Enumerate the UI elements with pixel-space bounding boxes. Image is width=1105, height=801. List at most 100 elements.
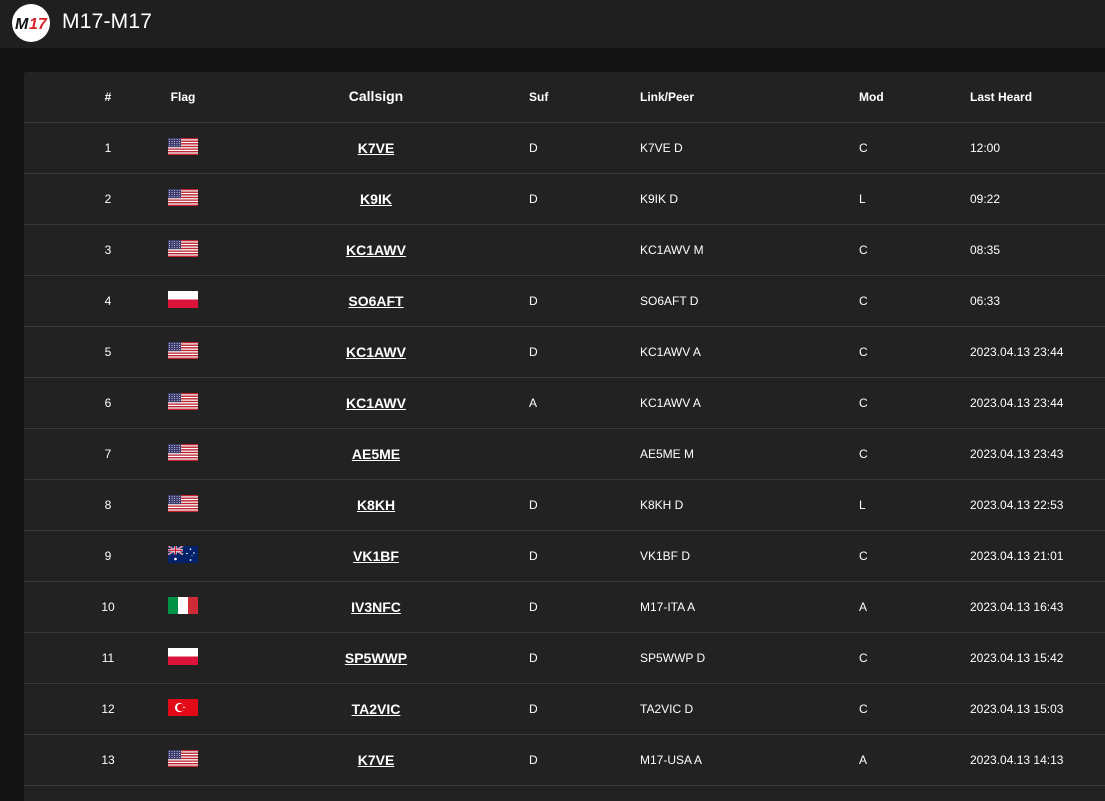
last-heard: 2023.04.13 16:43 (970, 600, 1064, 614)
last-heard: 2023.04.13 23:44 (970, 345, 1064, 359)
callsign-link[interactable]: SP5WWP (300, 650, 452, 666)
table-row: 2 K9IK D K9IK D L 09:22 (24, 174, 1105, 225)
module: C (859, 447, 868, 461)
last-heard: 2023.04.13 22:53 (970, 498, 1064, 512)
header-module: Mod (859, 90, 884, 104)
suffix: D (529, 141, 538, 155)
link-peer: K8KH D (640, 498, 684, 512)
suffix: D (529, 753, 538, 767)
last-heard: 2023.04.13 23:44 (970, 396, 1064, 410)
table-row: 12 TA2VIC D TA2VIC D C 2023.04.13 15:03 (24, 684, 1105, 735)
suffix: D (529, 702, 538, 716)
table-row: 6 KC1AWV A KC1AWV A C 2023.04.13 23:44 (24, 378, 1105, 429)
table-row: 1 K7VE D K7VE D C 12:00 (24, 123, 1105, 174)
callsign-link[interactable]: KC1AWV (300, 242, 452, 258)
header-link-peer: Link/Peer (640, 90, 695, 104)
table-row: 3 KC1AWV KC1AWV M C 08:35 (24, 225, 1105, 276)
poland-flag-icon (168, 291, 198, 308)
svg-text:M: M (15, 16, 29, 33)
callsign-link[interactable]: VK1BF (300, 548, 452, 564)
row-number: 12 (101, 702, 115, 716)
link-peer: K9IK D (640, 192, 679, 206)
link-peer: KC1AWV A (640, 345, 701, 359)
module: C (859, 141, 868, 155)
svg-text:17: 17 (29, 16, 48, 33)
last-heard: 2023.04.13 23:43 (970, 447, 1064, 461)
table-row: 8 K8KH D K8KH D L 2023.04.13 22:53 (24, 480, 1105, 531)
module: A (859, 600, 868, 614)
suffix: A (529, 396, 538, 410)
callsign-link[interactable]: K8KH (300, 497, 452, 513)
suffix: D (529, 651, 538, 665)
table-row: 13 K7VE D M17-USA A A 2023.04.13 14:13 (24, 735, 1105, 786)
callsign-link[interactable]: K7VE (300, 140, 452, 156)
callsign-link[interactable]: KC1AWV (300, 344, 452, 360)
us-flag-icon (168, 189, 198, 206)
header-flag: Flag (170, 90, 196, 104)
link-peer: K7VE D (640, 141, 683, 155)
link-peer: M17-USA A (640, 753, 703, 767)
last-heard-table: # Flag Callsign Suf Link/Peer Mod Last H… (24, 72, 1105, 801)
last-heard: 2023.04.13 21:01 (970, 549, 1064, 563)
link-peer: KC1AWV M (640, 243, 704, 257)
suffix: D (529, 549, 538, 563)
header-callsign: Callsign (348, 88, 404, 104)
last-heard: 2023.04.13 14:13 (970, 753, 1064, 767)
callsign-link[interactable]: IV3NFC (300, 599, 452, 615)
row-number: 9 (104, 549, 112, 563)
row-number: 10 (101, 600, 115, 614)
row-number: 4 (104, 294, 112, 308)
last-heard: 2023.04.13 15:03 (970, 702, 1064, 716)
us-flag-icon (168, 240, 198, 257)
header-suffix: Suf (529, 90, 549, 104)
link-peer: SP5WWP D (640, 651, 706, 665)
last-heard: 12:00 (970, 141, 1001, 155)
module: C (859, 549, 868, 563)
header-last-heard: Last Heard (970, 90, 1033, 104)
top-bar: M 17 M17-M17 (0, 0, 1105, 48)
row-number: 3 (104, 243, 112, 257)
link-peer: M17-ITA A (640, 600, 696, 614)
suffix: D (529, 192, 538, 206)
link-peer: AE5ME M (640, 447, 695, 461)
module: C (859, 396, 868, 410)
callsign-link[interactable]: TA2VIC (300, 701, 452, 717)
suffix: D (529, 294, 538, 308)
suffix: D (529, 498, 538, 512)
module: C (859, 651, 868, 665)
table-row: 10 IV3NFC D M17-ITA A A 2023.04.13 16:43 (24, 582, 1105, 633)
last-heard: 09:22 (970, 192, 1001, 206)
italy-flag-icon (168, 597, 198, 614)
callsign-link[interactable]: SO6AFT (300, 293, 452, 309)
table-row: 11 SP5WWP D SP5WWP D C 2023.04.13 15:42 (24, 633, 1105, 684)
module: L (859, 498, 866, 512)
row-number: 1 (104, 141, 112, 155)
link-peer: KC1AWV A (640, 396, 701, 410)
callsign-link[interactable]: AE5ME (300, 446, 452, 462)
turkey-flag-icon (168, 699, 198, 716)
callsign-link[interactable]: KC1AWV (300, 395, 452, 411)
callsign-link[interactable]: K9IK (300, 191, 452, 207)
us-flag-icon (168, 138, 198, 155)
table-row: 7 AE5ME AE5ME M C 2023.04.13 23:43 (24, 429, 1105, 480)
row-number: 13 (101, 753, 115, 767)
table-row: 5 KC1AWV D KC1AWV A C 2023.04.13 23:44 (24, 327, 1105, 378)
us-flag-icon (168, 495, 198, 512)
module: L (859, 192, 866, 206)
poland-flag-icon (168, 648, 198, 665)
us-flag-icon (168, 393, 198, 410)
m17-logo[interactable]: M 17 (12, 4, 50, 42)
australia-flag-icon (168, 546, 198, 563)
us-flag-icon (168, 342, 198, 359)
module: C (859, 345, 868, 359)
callsign-link[interactable]: K7VE (300, 752, 452, 768)
table-row: 9 VK1BF D VK1BF D C 2023.04.13 21:01 (24, 531, 1105, 582)
row-number: 7 (104, 447, 112, 461)
us-flag-icon (168, 444, 198, 461)
table-row: 4 SO6AFT D SO6AFT D C 06:33 (24, 276, 1105, 327)
last-heard: 08:35 (970, 243, 1001, 257)
module: C (859, 243, 868, 257)
us-flag-icon (168, 750, 198, 767)
row-number: 6 (104, 396, 112, 410)
link-peer: VK1BF D (640, 549, 691, 563)
